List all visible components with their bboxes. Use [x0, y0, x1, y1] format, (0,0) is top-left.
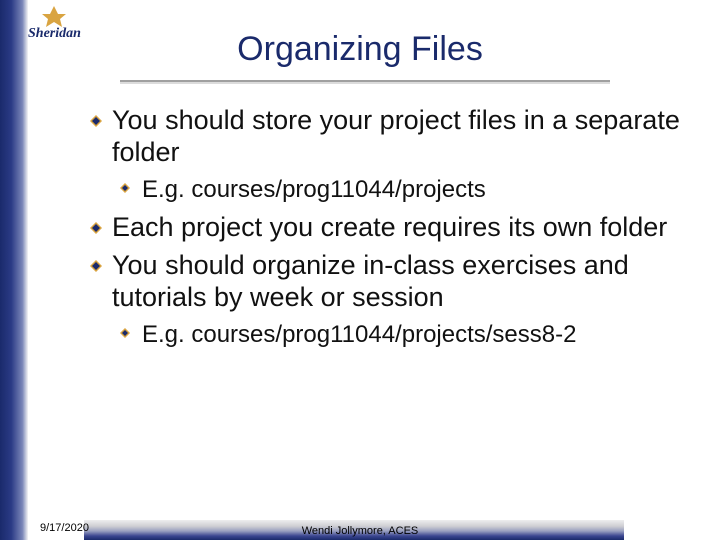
footer-page-number: 11: [689, 520, 703, 535]
bullet-level-1: Each project you create requires its own…: [90, 212, 690, 244]
footer-author: Wendi Jollymore, ACES: [0, 525, 720, 537]
bullet-level-2: E.g. courses/prog11044/projects/sess8-2: [90, 320, 690, 349]
diamond-bullet-icon: [90, 222, 102, 234]
left-gradient-sidebar: [0, 0, 28, 540]
bullet-level-2: E.g. courses/prog11044/projects: [90, 175, 690, 204]
bullet-text: E.g. courses/prog11044/projects: [142, 176, 486, 203]
small-diamond-bullet-icon: [120, 328, 130, 338]
diamond-bullet-icon: [90, 260, 102, 272]
title-underline: [120, 80, 610, 82]
diamond-bullet-icon: [90, 115, 102, 127]
bullet-text: You should store your project files in a…: [112, 105, 680, 167]
slide-title: Organizing Files: [0, 30, 720, 69]
bullet-text: Each project you create requires its own…: [112, 212, 667, 242]
bullet-level-1: You should organize in-class exercises a…: [90, 250, 690, 314]
slide-footer: 9/17/2020 Wendi Jollymore, ACES 11: [0, 514, 720, 540]
bullet-text: E.g. courses/prog11044/projects/sess8-2: [142, 321, 576, 348]
bullet-level-1: You should store your project files in a…: [90, 105, 690, 169]
small-diamond-bullet-icon: [120, 183, 130, 193]
bullet-text: You should organize in-class exercises a…: [112, 250, 629, 312]
slide-content: You should store your project files in a…: [90, 105, 690, 357]
sheridan-logo-icon: [38, 4, 70, 28]
